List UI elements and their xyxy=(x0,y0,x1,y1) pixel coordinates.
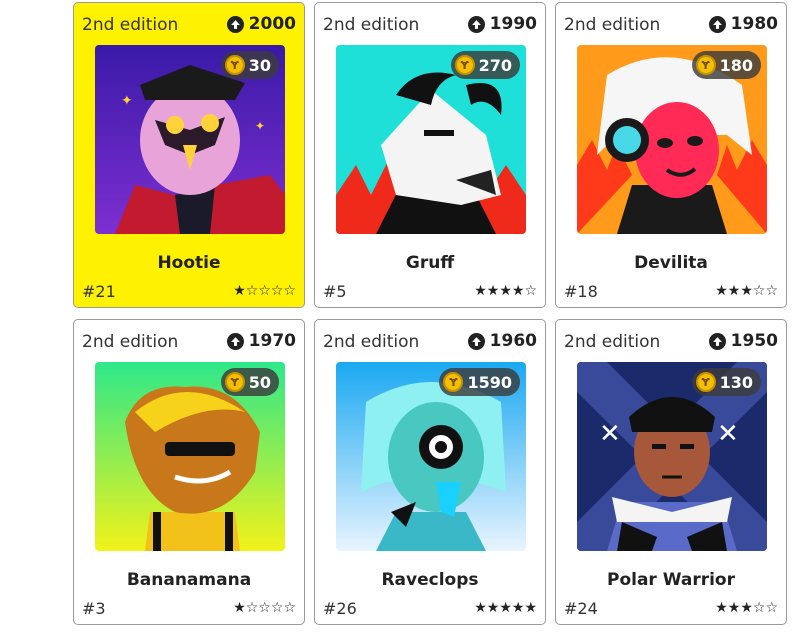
coin-icon: Ɏ xyxy=(454,55,475,75)
score-value: 1990 xyxy=(489,14,537,34)
card-name: Polar Warrior xyxy=(606,570,735,590)
card-devilita[interactable]: 2nd edition 1980 Ɏ 180 Devilita #18 ★★★☆☆ xyxy=(555,2,787,308)
score: 1950 xyxy=(708,331,778,351)
arrow-up-icon xyxy=(708,332,726,350)
edition-label: 2nd edition xyxy=(564,332,661,352)
score-value: 2000 xyxy=(248,14,296,34)
coin-badge: Ɏ 180 xyxy=(691,51,761,79)
coin-value: 130 xyxy=(719,372,753,392)
star-rating: ★★★☆☆ xyxy=(715,283,778,299)
coin-value: 50 xyxy=(248,372,271,392)
card-raveclops[interactable]: 2nd edition 1960 Ɏ 1590 Raveclops #26 ★★★… xyxy=(314,319,546,625)
arrow-up-icon xyxy=(226,15,244,33)
character-art-bananamana: Ɏ 50 xyxy=(95,362,285,551)
score-value: 1950 xyxy=(730,331,778,351)
coin-value: 270 xyxy=(478,55,512,75)
score: 1970 xyxy=(226,331,296,351)
edition-label: 2nd edition xyxy=(82,15,179,35)
card-hootie[interactable]: 2nd edition 2000 ✦ ✦ Ɏ 30 Hootie #21 ★☆☆☆☆ xyxy=(73,2,305,308)
arrow-up-icon xyxy=(708,15,726,33)
coin-icon: Ɏ xyxy=(695,55,716,75)
coin-badge: Ɏ 1590 xyxy=(439,368,520,396)
coin-badge: Ɏ 130 xyxy=(691,368,761,396)
coin-badge: Ɏ 50 xyxy=(220,368,279,396)
arrow-up-icon xyxy=(226,332,244,350)
svg-text:✦: ✦ xyxy=(121,93,133,109)
coin-badge: Ɏ 270 xyxy=(450,51,520,79)
edition-label: 2nd edition xyxy=(564,15,661,35)
card-gruff[interactable]: 2nd edition 1990 Ɏ 270 Gruff #5 ★★★★☆ xyxy=(314,2,546,308)
svg-text:✕: ✕ xyxy=(717,419,739,449)
arrow-up-icon xyxy=(467,15,485,33)
score-value: 1960 xyxy=(489,331,537,351)
svg-text:✕: ✕ xyxy=(599,419,621,449)
card-name: Raveclops xyxy=(381,570,479,590)
star-rating: ★☆☆☆☆ xyxy=(233,283,296,299)
coin-icon: Ɏ xyxy=(224,55,245,75)
card-number: #21 xyxy=(82,282,116,301)
score: 1990 xyxy=(467,14,537,34)
edition-label: 2nd edition xyxy=(323,15,420,35)
card-number: #5 xyxy=(323,282,347,301)
score: 1960 xyxy=(467,331,537,351)
coin-value: 180 xyxy=(719,55,753,75)
star-rating: ★★★☆☆ xyxy=(715,600,778,616)
score-value: 1970 xyxy=(248,331,296,351)
card-polar-warrior[interactable]: 2nd edition 1950 ✕ ✕ Ɏ 130 Polar Warrior… xyxy=(555,319,787,625)
card-bananamana[interactable]: 2nd edition 1970 Ɏ 50 Bananamana #3 ★☆☆☆☆ xyxy=(73,319,305,625)
svg-text:✦: ✦ xyxy=(255,119,265,133)
card-number: #18 xyxy=(564,282,598,301)
character-art-devilita: Ɏ 180 xyxy=(577,45,767,234)
star-rating: ★★★★☆ xyxy=(474,283,537,299)
card-grid: 2nd edition 2000 ✦ ✦ Ɏ 30 Hootie #21 ★☆☆☆☆ xyxy=(73,2,789,632)
coin-icon: Ɏ xyxy=(695,372,716,392)
star-rating: ★☆☆☆☆ xyxy=(233,600,296,616)
arrow-up-icon xyxy=(467,332,485,350)
character-art-gruff: Ɏ 270 xyxy=(336,45,526,234)
star-rating: ★★★★★ xyxy=(474,600,537,616)
edition-label: 2nd edition xyxy=(82,332,179,352)
edition-label: 2nd edition xyxy=(323,332,420,352)
coin-icon: Ɏ xyxy=(224,372,245,392)
score-value: 1980 xyxy=(730,14,778,34)
coin-badge: Ɏ 30 xyxy=(220,51,279,79)
card-name: Gruff xyxy=(405,253,455,273)
coin-value: 1590 xyxy=(467,372,512,392)
coin-icon: Ɏ xyxy=(443,372,464,392)
character-art-polar-warrior: ✕ ✕ Ɏ 130 xyxy=(577,362,767,551)
card-name: Bananamana xyxy=(126,570,252,590)
character-art-raveclops: Ɏ 1590 xyxy=(336,362,526,551)
character-art-hootie: ✦ ✦ Ɏ 30 xyxy=(95,45,285,234)
card-number: #24 xyxy=(564,599,598,618)
card-number: #3 xyxy=(82,599,106,618)
coin-value: 30 xyxy=(248,55,271,75)
score: 1980 xyxy=(708,14,778,34)
card-name: Hootie xyxy=(157,253,221,273)
card-name: Devilita xyxy=(634,253,708,273)
score: 2000 xyxy=(226,14,296,34)
card-number: #26 xyxy=(323,599,357,618)
